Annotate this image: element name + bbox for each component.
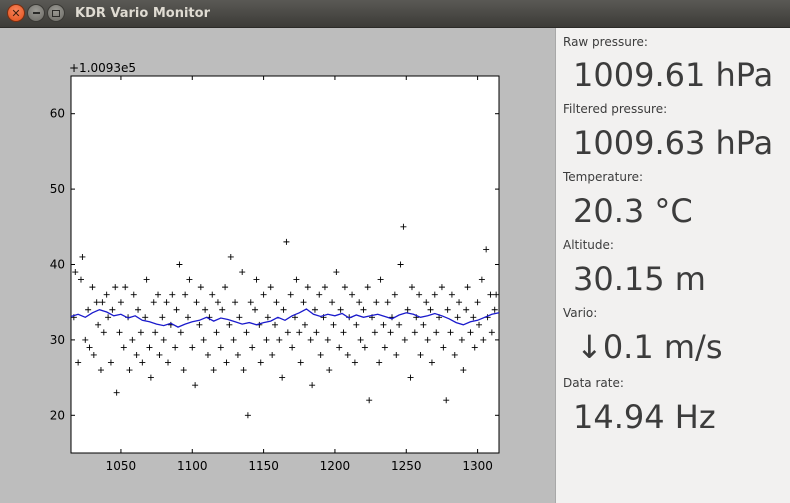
filtered-pressure-value: 1009.63 hPa (573, 124, 774, 162)
window-title: KDR Vario Monitor (75, 6, 210, 21)
x-tick-label: 1150 (248, 459, 279, 473)
pressure-chart[interactable]: +1.0093e5 1050 1100 1150 1200 1250 1300 20 30 40 5… (0, 28, 555, 503)
vario-label: Vario: (563, 306, 598, 320)
data-rate-value: 14.94 Hz (573, 398, 716, 436)
x-tick-label: 1100 (177, 459, 208, 473)
y-tick-label: 60 (50, 107, 65, 121)
x-tick-label: 1250 (391, 459, 422, 473)
x-tick-label: 1300 (462, 459, 493, 473)
readings-panel: Raw pressure: 1009.61 hPa Filtered press… (555, 28, 790, 503)
raw-pressure-value: 1009.61 hPa (573, 56, 774, 94)
y-tick-label: 50 (50, 182, 65, 196)
vario-value: ↓0.1 m/s (576, 328, 723, 366)
temperature-value: 20.3 °C (573, 192, 693, 230)
y-tick-label: 20 (50, 408, 65, 422)
close-button[interactable]: ✕ (7, 4, 25, 22)
app-window: ✕ KDR Vario Monitor +1.0093e5 1050 1100 115… (0, 0, 790, 503)
title-bar[interactable]: ✕ KDR Vario Monitor (0, 0, 790, 28)
raw-pressure-label: Raw pressure: (563, 35, 648, 49)
offset-label: +1.0093e5 (69, 61, 136, 75)
altitude-value: 30.15 m (573, 260, 706, 298)
minimize-button[interactable] (27, 4, 45, 22)
temperature-label: Temperature: (563, 170, 644, 184)
x-tick-label: 1200 (320, 459, 351, 473)
x-tick-label: 1050 (106, 459, 137, 473)
maximize-icon (52, 9, 60, 17)
altitude-label: Altitude: (563, 238, 614, 252)
maximize-button[interactable] (47, 4, 65, 22)
data-rate-label: Data rate: (563, 376, 624, 390)
y-tick-label: 40 (50, 258, 65, 272)
close-icon: ✕ (11, 6, 21, 20)
y-tick-label: 30 (50, 333, 65, 347)
plot-area (70, 75, 500, 454)
plot-panel: +1.0093e5 1050 1100 1150 1200 1250 1300 20 30 40 5… (0, 28, 555, 503)
filtered-pressure-label: Filtered pressure: (563, 102, 668, 116)
minimize-icon (32, 12, 40, 14)
